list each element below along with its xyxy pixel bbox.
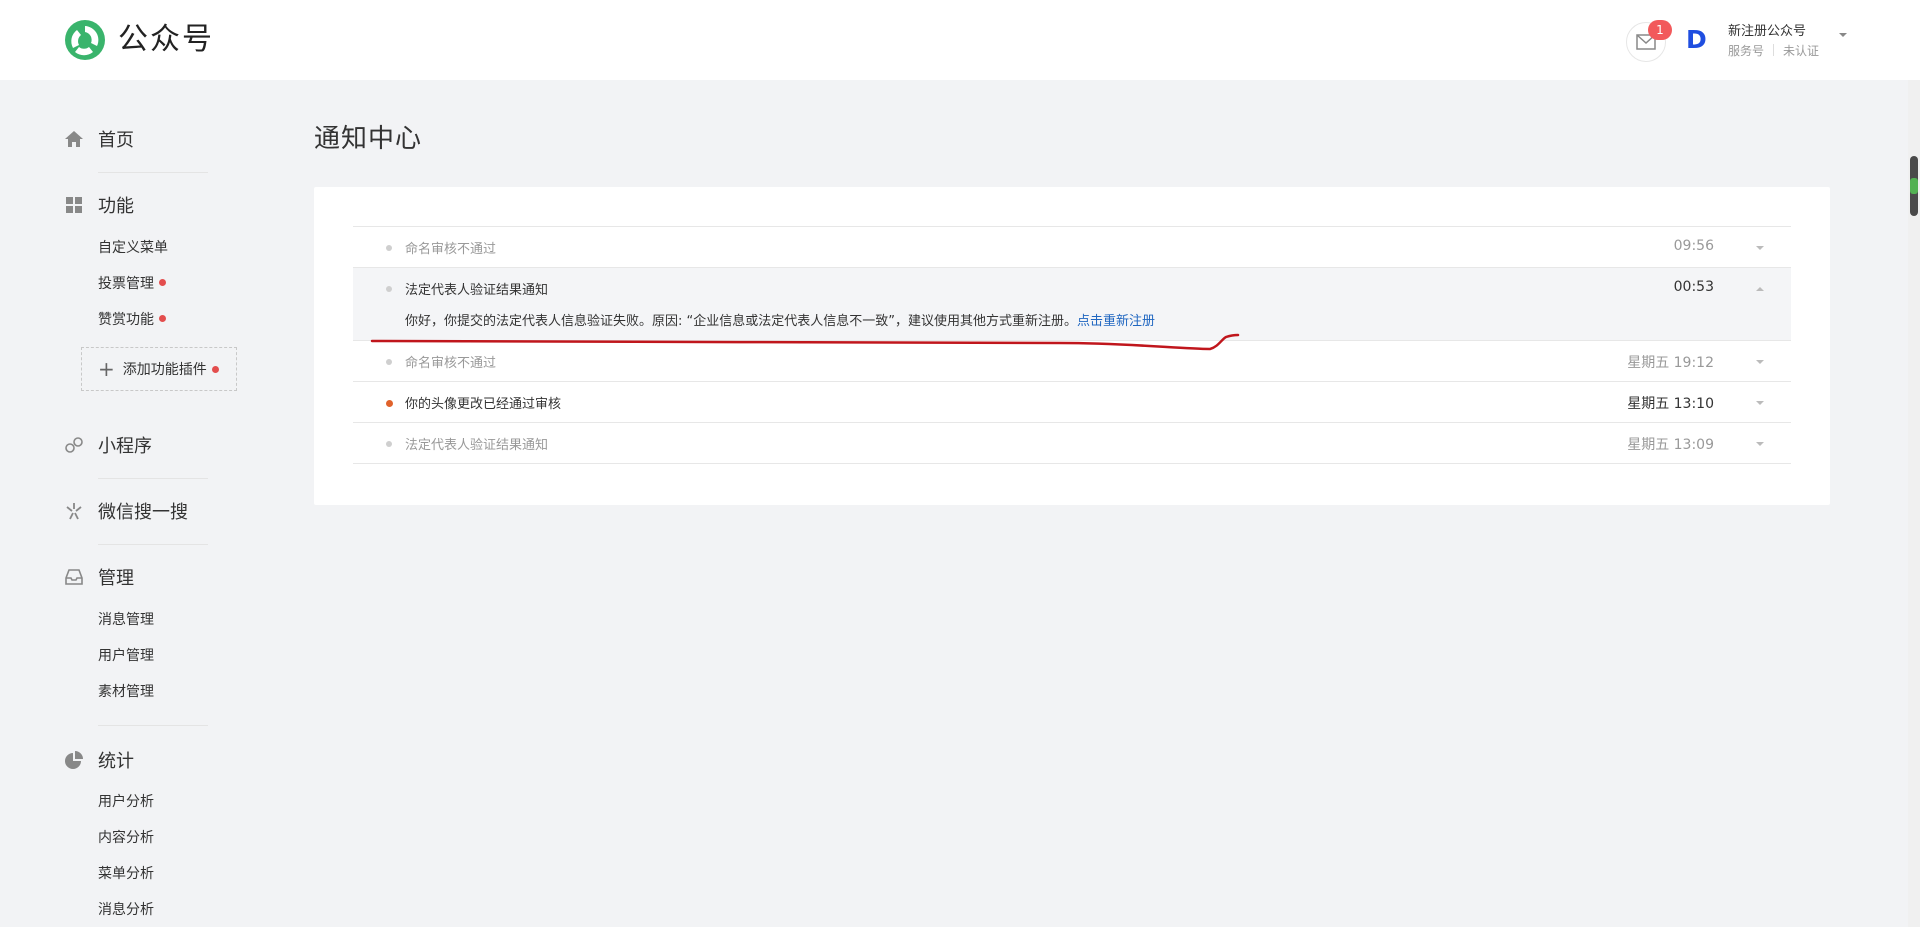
sidebar-item-label: 微信搜一搜 <box>98 502 188 523</box>
sidebar-item-mini-program[interactable]: 小程序 <box>64 430 152 460</box>
mini-program-icon <box>65 437 83 453</box>
account-avatar[interactable]: D <box>1686 27 1712 53</box>
divider <box>98 172 208 173</box>
notice-title: 法定代表人验证结果通知 <box>405 438 549 453</box>
sidebar-item-content-analysis[interactable]: 内容分析 <box>98 828 154 848</box>
sidebar-item-user-manage[interactable]: 用户管理 <box>98 646 154 666</box>
divider <box>98 478 208 479</box>
add-plugin-button[interactable]: + 添加功能插件 <box>81 347 237 391</box>
sidebar-item-manage[interactable]: 管理 <box>64 562 134 592</box>
chevron-down-icon[interactable] <box>1755 359 1765 365</box>
notice-item[interactable]: 法定代表人验证结果通知 星期五 13:09 <box>353 423 1791 464</box>
sidebar-item-home[interactable]: 首页 <box>64 124 134 154</box>
brand-title[interactable]: 公众号 <box>118 20 214 60</box>
pie-chart-icon <box>65 751 83 769</box>
sidebar-item-label: 用户管理 <box>98 648 154 664</box>
unread-count-badge: 1 <box>1648 20 1672 40</box>
notice-item[interactable]: 命名审核不通过 09:56 <box>353 227 1791 268</box>
notice-title: 你的头像更改已经通过审核 <box>405 397 562 412</box>
sidebar-item-message-manage[interactable]: 消息管理 <box>98 610 154 630</box>
read-dot <box>386 286 392 292</box>
chevron-up-icon[interactable] <box>1755 286 1765 292</box>
read-dot <box>386 245 392 251</box>
chevron-down-icon[interactable] <box>1838 32 1848 38</box>
separator <box>1773 44 1775 56</box>
sidebar-item-menu-analysis[interactable]: 菜单分析 <box>98 864 154 884</box>
plus-icon: + <box>98 357 115 381</box>
sidebar-item-wechat-search[interactable]: 微信搜一搜 <box>64 496 188 526</box>
sidebar-item-label: 消息分析 <box>98 902 154 918</box>
new-dot <box>159 279 166 286</box>
sidebar-item-label: 小程序 <box>98 436 152 457</box>
scroll-indicator <box>1910 178 1918 194</box>
grid-icon <box>66 197 82 213</box>
notice-item-unread[interactable]: 你的头像更改已经通过审核 星期五 13:10 <box>353 382 1791 423</box>
sidebar-item-label: 菜单分析 <box>98 866 154 882</box>
notice-time: 星期五 13:09 <box>1627 437 1714 453</box>
top-bar: 公众号 1 D 新注册公众号 服务号 未认证 <box>0 0 1920 80</box>
sidebar-item-label: 管理 <box>98 568 134 589</box>
sidebar-item-label: 素材管理 <box>98 684 154 700</box>
chevron-down-icon[interactable] <box>1755 400 1765 406</box>
inbox-icon <box>65 569 83 585</box>
notice-time: 星期五 19:12 <box>1627 355 1714 371</box>
sidebar: 首页 功能 自定义菜单 投票管理 赞赏功能 + 添加功能插件 小程序 微信搜一搜… <box>0 80 240 927</box>
chevron-down-icon[interactable] <box>1755 245 1765 251</box>
notice-title: 命名审核不通过 <box>405 242 497 257</box>
new-dot <box>211 365 219 373</box>
divider <box>98 725 208 726</box>
account-name[interactable]: 新注册公众号 <box>1728 20 1806 39</box>
sidebar-item-label: 赞赏功能 <box>98 312 154 328</box>
divider <box>98 544 208 545</box>
sidebar-item-label: 统计 <box>98 751 134 772</box>
notice-time: 星期五 13:10 <box>1627 396 1714 412</box>
read-dot <box>386 359 392 365</box>
sidebar-item-label: 用户分析 <box>98 794 154 810</box>
sidebar-item-features[interactable]: 功能 <box>64 190 134 220</box>
sidebar-item-label: 首页 <box>98 130 134 151</box>
sidebar-item-label: 投票管理 <box>98 276 154 292</box>
sidebar-item-label: 自定义菜单 <box>98 240 168 256</box>
account-meta: 服务号 未认证 <box>1728 42 1819 59</box>
sidebar-item-label: 内容分析 <box>98 830 154 846</box>
chevron-down-icon[interactable] <box>1755 441 1765 447</box>
notice-time: 00:53 <box>1673 279 1714 295</box>
notice-time: 09:56 <box>1673 238 1714 254</box>
sidebar-item-label: 功能 <box>98 196 134 217</box>
add-plugin-label: 添加功能插件 <box>122 362 207 378</box>
sidebar-item-user-analysis[interactable]: 用户分析 <box>98 792 154 812</box>
sidebar-item-reward[interactable]: 赞赏功能 <box>98 310 166 330</box>
notice-title: 法定代表人验证结果通知 <box>405 283 549 298</box>
unread-dot <box>386 400 393 407</box>
scrollbar[interactable] <box>1908 80 1920 927</box>
home-icon <box>65 131 83 147</box>
sidebar-item-vote[interactable]: 投票管理 <box>98 274 166 294</box>
sidebar-item-stats[interactable]: 统计 <box>64 745 134 775</box>
sidebar-item-message-analysis[interactable]: 消息分析 <box>98 900 154 920</box>
account-type: 服务号 <box>1728 44 1765 58</box>
wechat-official-logo-icon[interactable] <box>63 18 107 62</box>
page-title: 通知中心 <box>314 124 423 154</box>
sidebar-item-custom-menu[interactable]: 自定义菜单 <box>98 238 168 258</box>
account-status: 未认证 <box>1783 44 1820 58</box>
new-dot <box>159 315 166 322</box>
red-underline-annotation <box>370 333 1240 351</box>
sidebar-item-label: 消息管理 <box>98 612 154 628</box>
search-star-icon <box>66 503 82 520</box>
sidebar-item-material-manage[interactable]: 素材管理 <box>98 682 154 702</box>
read-dot <box>386 441 392 447</box>
